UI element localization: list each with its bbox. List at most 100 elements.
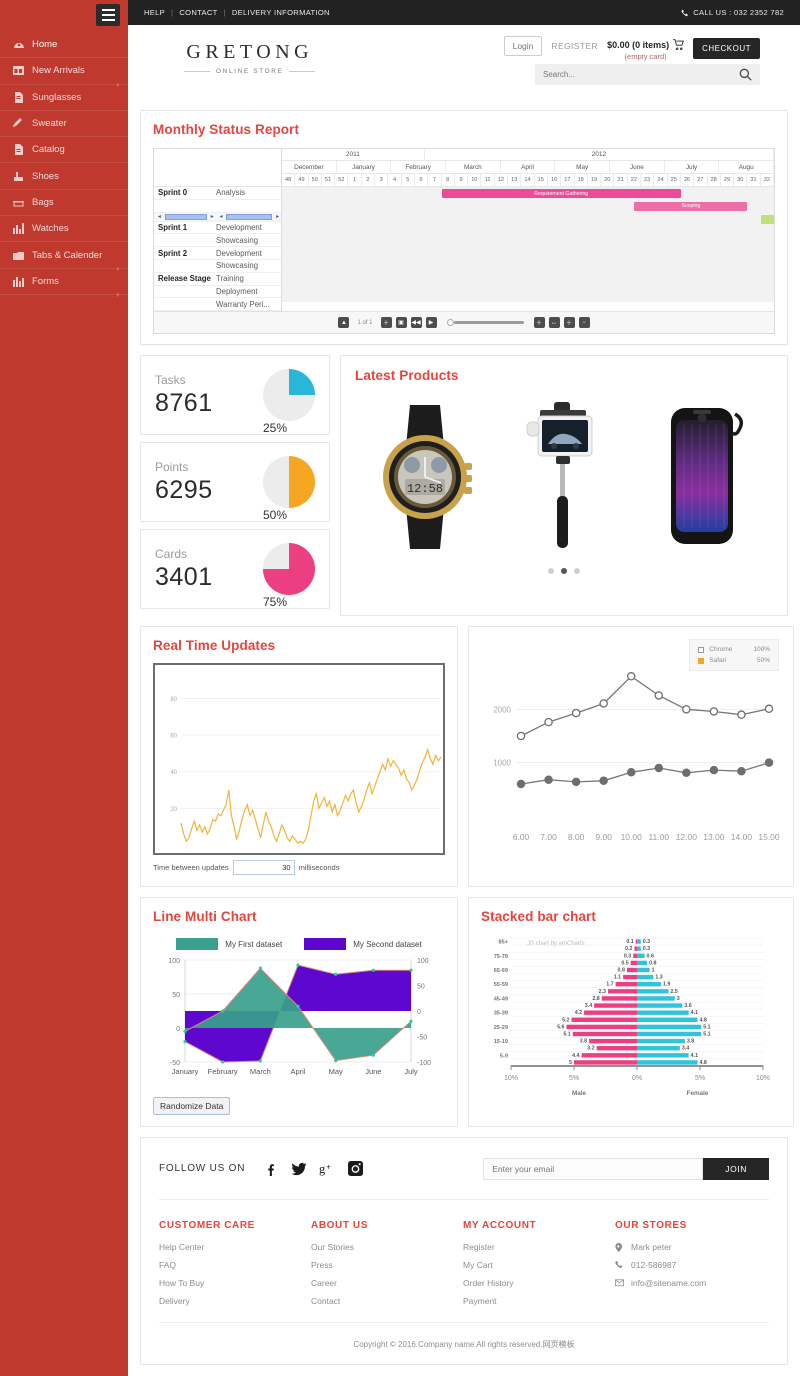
scroll-left-icon[interactable]: ◂ bbox=[156, 213, 163, 220]
gantt-zoom-out-button[interactable]: − bbox=[578, 317, 590, 329]
search-icon[interactable] bbox=[739, 68, 752, 81]
gantt-zoom-slider[interactable] bbox=[446, 319, 524, 327]
sidebar-item-home[interactable]: Home bbox=[0, 32, 128, 59]
footer-link[interactable]: Help Center bbox=[159, 1242, 311, 1252]
gantt-up-button[interactable]: ▲ bbox=[338, 317, 350, 329]
gantt-zoom-in-button[interactable]: ＋ bbox=[563, 317, 575, 329]
gantt-bars[interactable]: Requirement GatheringScopingDevelopmentS… bbox=[282, 187, 774, 303]
gantt-next-button[interactable]: ▶ bbox=[425, 317, 437, 329]
gantt-row[interactable]: Showcasing bbox=[154, 234, 281, 248]
gantt-row[interactable]: Sprint 2 Development bbox=[154, 247, 281, 260]
chart-icon bbox=[12, 222, 25, 235]
carousel-dots[interactable] bbox=[355, 568, 773, 575]
gantt-row[interactable]: Sprint 0 Analysis bbox=[154, 187, 281, 200]
topbar-link-help[interactable]: HELP bbox=[144, 8, 165, 17]
product-carousel[interactable]: 12:58 bbox=[355, 389, 773, 564]
gantt-task-bar[interactable]: Scoping bbox=[634, 201, 748, 211]
newsletter-form[interactable]: JOIN bbox=[483, 1157, 769, 1180]
footer-link[interactable]: My Cart bbox=[463, 1260, 615, 1270]
sidebar-item-forms[interactable]: Forms › bbox=[0, 269, 128, 299]
topbar-link-contact[interactable]: CONTACT bbox=[179, 8, 217, 17]
footer-link[interactable]: FAQ bbox=[159, 1260, 311, 1270]
stat-card-cards[interactable]: Cards 3401 75% bbox=[140, 529, 330, 610]
gantt-row[interactable]: Deployment bbox=[154, 286, 281, 299]
realtime-interval-input[interactable] bbox=[232, 860, 295, 876]
scroll-left-icon-2[interactable]: ◂ bbox=[218, 213, 225, 220]
hamburger-icon[interactable] bbox=[96, 4, 120, 26]
carousel-dot[interactable] bbox=[561, 568, 567, 575]
footer-link[interactable]: Order History bbox=[463, 1278, 615, 1288]
scroll-right-icon[interactable]: ▸ bbox=[209, 213, 216, 220]
sidebar-item-sunglasses[interactable]: Sunglasses bbox=[0, 85, 128, 111]
product-wristwatch[interactable]: 12:58 bbox=[365, 397, 485, 557]
join-button[interactable]: JOIN bbox=[703, 1157, 769, 1180]
instagram-icon[interactable] bbox=[347, 1161, 363, 1177]
facebook-icon[interactable] bbox=[263, 1161, 279, 1177]
gantt-expand-button[interactable]: ↔ bbox=[548, 317, 560, 329]
sidebar-item-sweater[interactable]: Sweater bbox=[0, 111, 128, 138]
sidebar-item-shoes[interactable]: Shoes bbox=[0, 163, 128, 190]
gantt-task-bar[interactable]: Requirement Gathering bbox=[441, 189, 681, 198]
sidebar-item-bags[interactable]: Bags bbox=[0, 190, 128, 217]
carousel-dot[interactable] bbox=[548, 568, 554, 575]
footer-link[interactable]: Delivery bbox=[159, 1296, 311, 1306]
footer-link[interactable]: Register bbox=[463, 1242, 615, 1252]
scroll-thumb[interactable] bbox=[164, 213, 207, 220]
sidebar-item-tabs-calender[interactable]: Tabs & Calender › bbox=[0, 242, 128, 273]
scroll-right-icon-2[interactable]: ▸ bbox=[274, 213, 281, 220]
slider-track[interactable] bbox=[453, 321, 524, 325]
line-multi-legend[interactable]: My First dataset My Second dataset bbox=[153, 938, 445, 951]
brand-logo[interactable]: GRETONG ONLINE STORE bbox=[184, 41, 315, 75]
slider-knob[interactable] bbox=[446, 319, 454, 327]
google-plus-icon[interactable]: g + bbox=[319, 1161, 335, 1177]
gantt-timeline[interactable]: 2011 2012 December January February March Apr… bbox=[282, 149, 774, 311]
twitter-icon[interactable] bbox=[291, 1161, 307, 1177]
gantt-row[interactable]: Release Stage Training bbox=[154, 273, 281, 286]
gantt-row[interactable]: Warranty Peri... bbox=[154, 298, 281, 312]
stat-card-points[interactable]: Points 6295 50% bbox=[140, 442, 330, 523]
checkout-button[interactable]: CHECKOUT bbox=[693, 38, 760, 59]
login-button[interactable]: Login bbox=[503, 36, 543, 56]
topbar-link-delivery[interactable]: DELIVERY INFORMATION bbox=[232, 8, 330, 17]
sidebar-item-new-arrivals[interactable]: New Arrivals › bbox=[0, 58, 128, 89]
footer-link[interactable]: Press bbox=[311, 1260, 463, 1270]
gantt-row[interactable] bbox=[154, 200, 281, 213]
gantt-prev-button[interactable]: ◀◀ bbox=[410, 317, 422, 329]
legend-item-first-dataset[interactable]: My First dataset bbox=[176, 938, 282, 951]
search-bar[interactable] bbox=[535, 64, 760, 85]
footer-link[interactable]: Career bbox=[311, 1278, 463, 1288]
legend-item-safari[interactable]: Safari 50% bbox=[698, 657, 770, 664]
stat-card-tasks[interactable]: Tasks 8761 25% bbox=[140, 355, 330, 436]
gantt-fit-button[interactable]: ＋ bbox=[533, 317, 545, 329]
realtime-controls[interactable]: Time between updates milliseconds bbox=[153, 860, 445, 876]
chevron-right-icon[interactable]: › bbox=[116, 290, 119, 299]
cart-icon[interactable] bbox=[673, 39, 685, 50]
product-selfie-stick[interactable] bbox=[504, 392, 624, 562]
gantt-toolbar[interactable]: ▲ 1 of 1 ＋ ▣ ◀◀ ▶ ＋ ↔ ＋ − bbox=[154, 311, 774, 334]
register-link[interactable]: REGISTER bbox=[551, 36, 598, 51]
legend-item-second-dataset[interactable]: My Second dataset bbox=[304, 938, 422, 951]
cart-summary[interactable]: $0.00 (0 items) (empty card) bbox=[607, 36, 685, 61]
gantt-row[interactable]: Sprint 1 Development bbox=[154, 222, 281, 235]
footer-link[interactable]: Our Stories bbox=[311, 1242, 463, 1252]
footer-link[interactable]: Contact bbox=[311, 1296, 463, 1306]
gantt-add-button[interactable]: ＋ bbox=[380, 317, 392, 329]
gantt-chart[interactable]: Sprint 0 Analysis ◂ ▸ ◂ ▸ Sprint 1 Development S… bbox=[153, 148, 775, 335]
carousel-dot[interactable] bbox=[574, 568, 580, 575]
product-bluetooth-speaker[interactable] bbox=[643, 394, 763, 559]
gantt-left-scrollbar[interactable]: ◂ ▸ ◂ ▸ bbox=[154, 212, 281, 222]
footer-link[interactable]: How To Buy bbox=[159, 1278, 311, 1288]
search-input[interactable] bbox=[543, 70, 739, 79]
social-links[interactable]: g + bbox=[263, 1161, 363, 1177]
gantt-save-button[interactable]: ▣ bbox=[395, 317, 407, 329]
randomize-data-button[interactable]: Randomize Data bbox=[153, 1097, 231, 1116]
sidebar-item-watches[interactable]: Watches bbox=[0, 216, 128, 243]
sidebar-item-catalog[interactable]: Catalog bbox=[0, 137, 128, 164]
scroll-thumb-2[interactable] bbox=[226, 213, 273, 220]
legend-item-chrome[interactable]: Chrome 100% bbox=[698, 646, 770, 653]
email-input[interactable] bbox=[483, 1157, 704, 1180]
gantt-row[interactable]: Showcasing bbox=[154, 260, 281, 273]
footer-link[interactable]: Payment bbox=[463, 1296, 615, 1306]
gantt-task-bar[interactable]: Development bbox=[760, 214, 774, 224]
browser-legend[interactable]: Chrome 100% Safari 50% bbox=[689, 639, 779, 672]
